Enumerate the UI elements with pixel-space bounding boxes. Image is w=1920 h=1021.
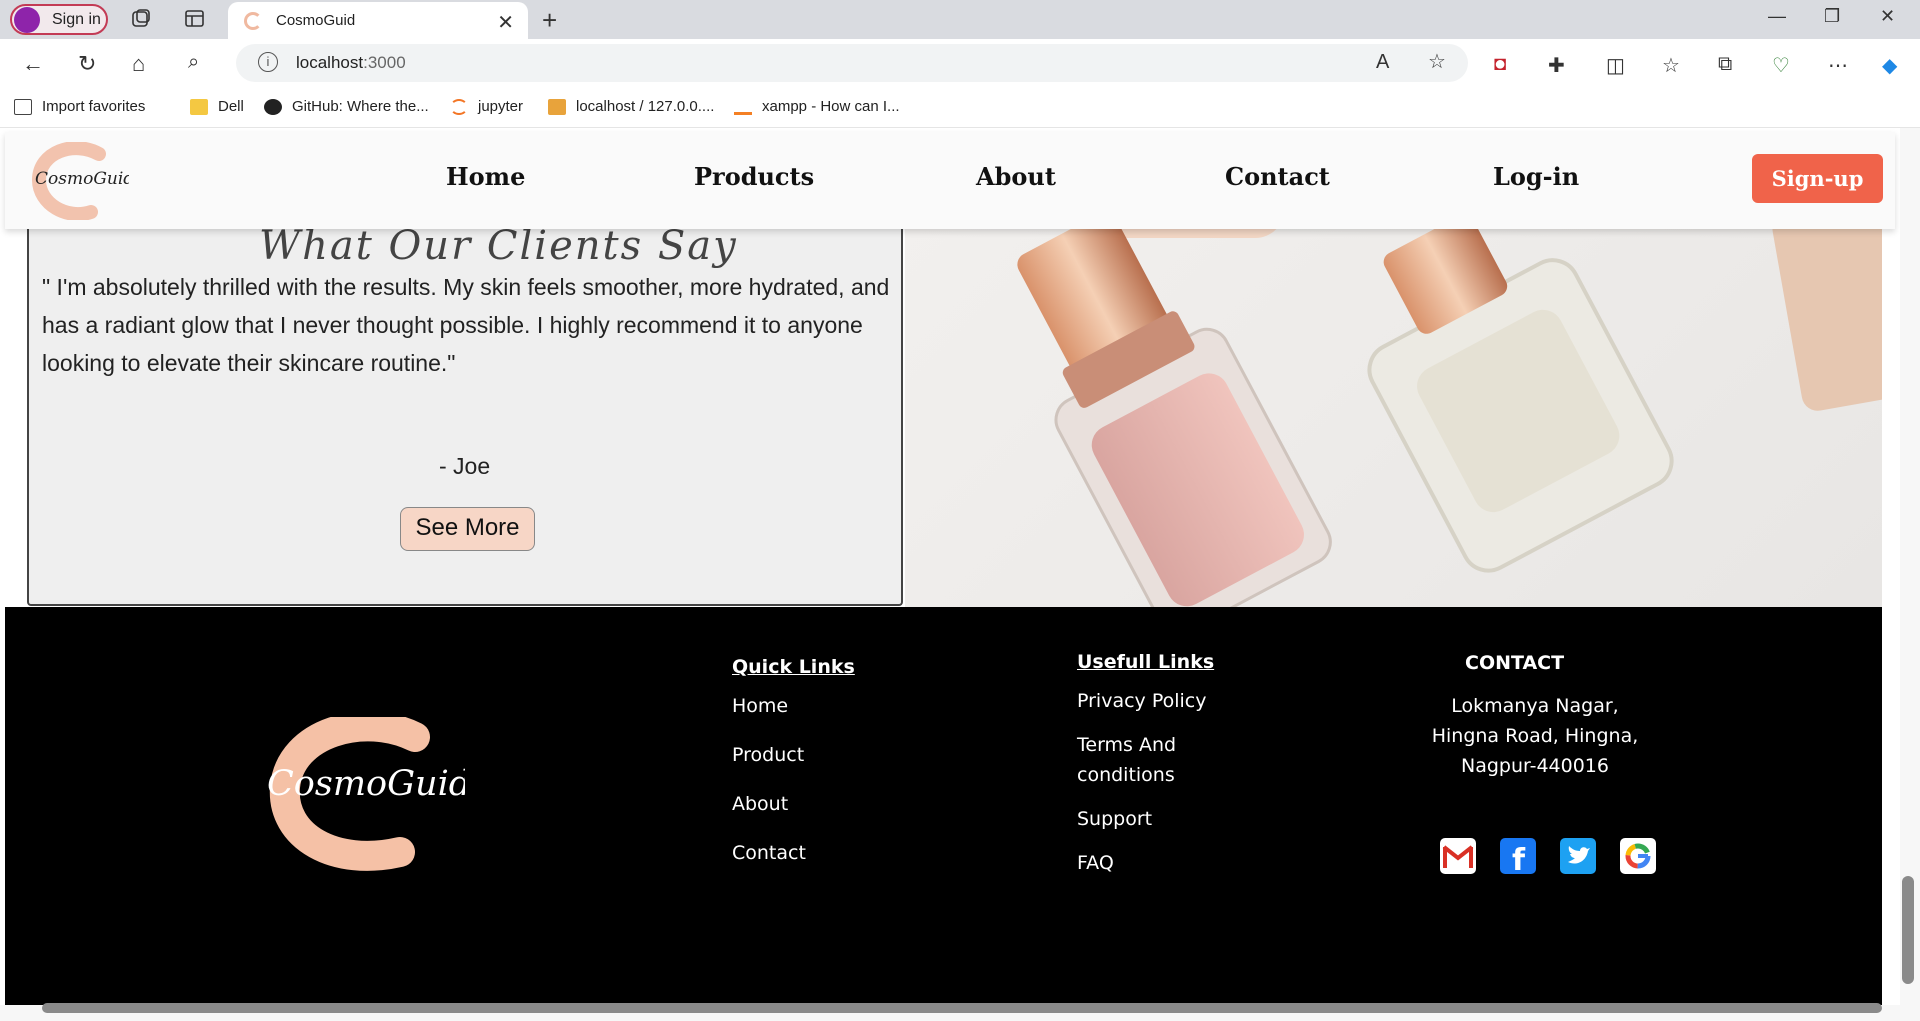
- browser-essentials-icon[interactable]: ♡: [1772, 53, 1790, 78]
- refresh-icon[interactable]: ↻: [78, 51, 96, 77]
- site-footer: CosmoGuid Quick Links Home Product About…: [5, 607, 1882, 1005]
- nav-home[interactable]: Home: [446, 162, 525, 191]
- folder-icon: [190, 98, 208, 115]
- svg-text:f: f: [1512, 843, 1526, 874]
- facebook-icon[interactable]: f: [1500, 838, 1536, 878]
- vertical-scroll-thumb[interactable]: [1902, 876, 1914, 984]
- site-favicon-icon: [244, 11, 262, 30]
- google-icon[interactable]: [1620, 838, 1656, 874]
- nav-products[interactable]: Products: [694, 162, 814, 191]
- page-viewport: What Our Clients Say " I'm absolutely th…: [0, 128, 1900, 1005]
- new-tab-icon[interactable]: +: [542, 5, 557, 36]
- jupyter-icon: [450, 98, 468, 115]
- tab-title: CosmoGuid: [276, 12, 356, 29]
- close-tab-icon[interactable]: ✕: [497, 10, 514, 35]
- footer-link-support[interactable]: Support: [1077, 804, 1152, 834]
- footer-link-product[interactable]: Product: [732, 740, 804, 770]
- testimonial-author: - Joe: [439, 453, 491, 479]
- close-window-icon[interactable]: ✕: [1880, 6, 1895, 27]
- more-options-icon[interactable]: ⋯: [1828, 53, 1848, 78]
- bookmark-jupyter[interactable]: jupyter: [450, 98, 523, 115]
- testimonial-heading: What Our Clients Say: [259, 223, 738, 269]
- minimize-icon[interactable]: —: [1768, 6, 1786, 27]
- profile-button[interactable]: Sign in: [10, 4, 108, 35]
- workspaces-icon[interactable]: [130, 9, 152, 29]
- twitter-icon[interactable]: [1560, 838, 1596, 874]
- cosmetics-image: [905, 178, 1882, 607]
- address-bar[interactable]: i localhost:3000 A ☆: [236, 44, 1468, 82]
- tab-actions-icon[interactable]: [184, 9, 206, 29]
- contact-title: CONTACT: [1465, 652, 1565, 674]
- tab-cosmoguid[interactable]: CosmoGuid ✕: [228, 2, 528, 39]
- read-aloud-icon[interactable]: A: [1376, 51, 1389, 74]
- import-icon: [14, 98, 32, 115]
- search-icon[interactable]: ⌕: [188, 51, 199, 74]
- browser-toolbar: ← ↻ ⌂ ⌕ i localhost:3000 A ☆ ◘ ✚ ◫ ☆ ⧉ ♡…: [0, 39, 1920, 89]
- bookmark-dell[interactable]: Dell: [190, 98, 244, 115]
- bookmark-import-favorites[interactable]: Import favorites: [14, 98, 145, 115]
- vertical-scrollbar[interactable]: [1900, 128, 1920, 1005]
- testimonial-quote: " I'm absolutely thrilled with the resul…: [42, 274, 890, 376]
- bookmark-localhost[interactable]: localhost / 127.0.0....: [548, 98, 714, 115]
- footer-link-contact[interactable]: Contact: [732, 838, 806, 868]
- split-screen-icon[interactable]: ◫: [1606, 53, 1625, 78]
- signup-button[interactable]: Sign-up: [1752, 154, 1883, 203]
- site-info-icon[interactable]: i: [258, 52, 278, 72]
- horizontal-scroll-thumb[interactable]: [42, 1003, 1882, 1013]
- extension-shield-icon[interactable]: ◘: [1494, 53, 1506, 76]
- profile-label: Sign in: [52, 10, 101, 28]
- bookmarks-bar: Import favorites Dell GitHub: Where the.…: [0, 89, 1920, 128]
- collections-icon[interactable]: ⧉: [1718, 53, 1732, 76]
- useful-links-title: Usefull Links: [1077, 651, 1215, 673]
- avatar: [14, 6, 40, 33]
- gmail-icon[interactable]: [1440, 838, 1476, 874]
- nav-about[interactable]: About: [976, 162, 1056, 191]
- nav-login[interactable]: Log-in: [1493, 162, 1579, 191]
- testimonial-card: What Our Clients Say " I'm absolutely th…: [27, 178, 903, 606]
- copilot-icon[interactable]: ◆: [1882, 53, 1897, 78]
- github-icon: [264, 98, 282, 115]
- phpmyadmin-icon: [548, 98, 566, 115]
- footer-link-privacy[interactable]: Privacy Policy: [1077, 686, 1206, 716]
- site-logo[interactable]: CosmoGuid: [29, 141, 134, 222]
- svg-text:CosmoGuid: CosmoGuid: [267, 764, 465, 804]
- url-text[interactable]: localhost:3000: [296, 53, 406, 73]
- bookmark-github[interactable]: GitHub: Where the...: [264, 98, 429, 115]
- home-icon[interactable]: ⌂: [132, 51, 145, 77]
- contact-address: Lokmanya Nagar, Hingna Road, Hingna, Nag…: [1431, 695, 1639, 777]
- quick-links-title: Quick Links: [732, 656, 855, 678]
- restore-icon[interactable]: ❐: [1824, 6, 1840, 27]
- svg-text:CosmoGuid: CosmoGuid: [35, 169, 129, 189]
- back-icon[interactable]: ←: [22, 51, 44, 77]
- browser-window: Sign in CosmoGuid ✕ + — ❐ ✕ ← ↻ ⌂ ⌕ i lo…: [0, 0, 1920, 1021]
- see-more-button[interactable]: See More: [400, 507, 535, 551]
- footer-link-about[interactable]: About: [732, 789, 788, 819]
- favorites-icon[interactable]: ☆: [1662, 53, 1680, 78]
- site-navbar: CosmoGuid Home Products About Contact Lo…: [5, 132, 1895, 229]
- bookmark-xampp[interactable]: xampp - How can I...: [734, 98, 900, 115]
- footer-link-terms[interactable]: Terms And conditions: [1077, 730, 1237, 790]
- nav-contact[interactable]: Contact: [1225, 162, 1330, 191]
- stackoverflow-icon: [734, 99, 752, 115]
- favorite-star-icon[interactable]: ☆: [1428, 49, 1446, 74]
- extensions-icon[interactable]: ✚: [1548, 53, 1565, 78]
- footer-link-home[interactable]: Home: [732, 691, 788, 721]
- footer-link-faq[interactable]: FAQ: [1077, 848, 1114, 878]
- tab-strip: Sign in CosmoGuid ✕ + — ❐ ✕: [0, 0, 1920, 39]
- footer-logo[interactable]: CosmoGuid: [265, 711, 471, 877]
